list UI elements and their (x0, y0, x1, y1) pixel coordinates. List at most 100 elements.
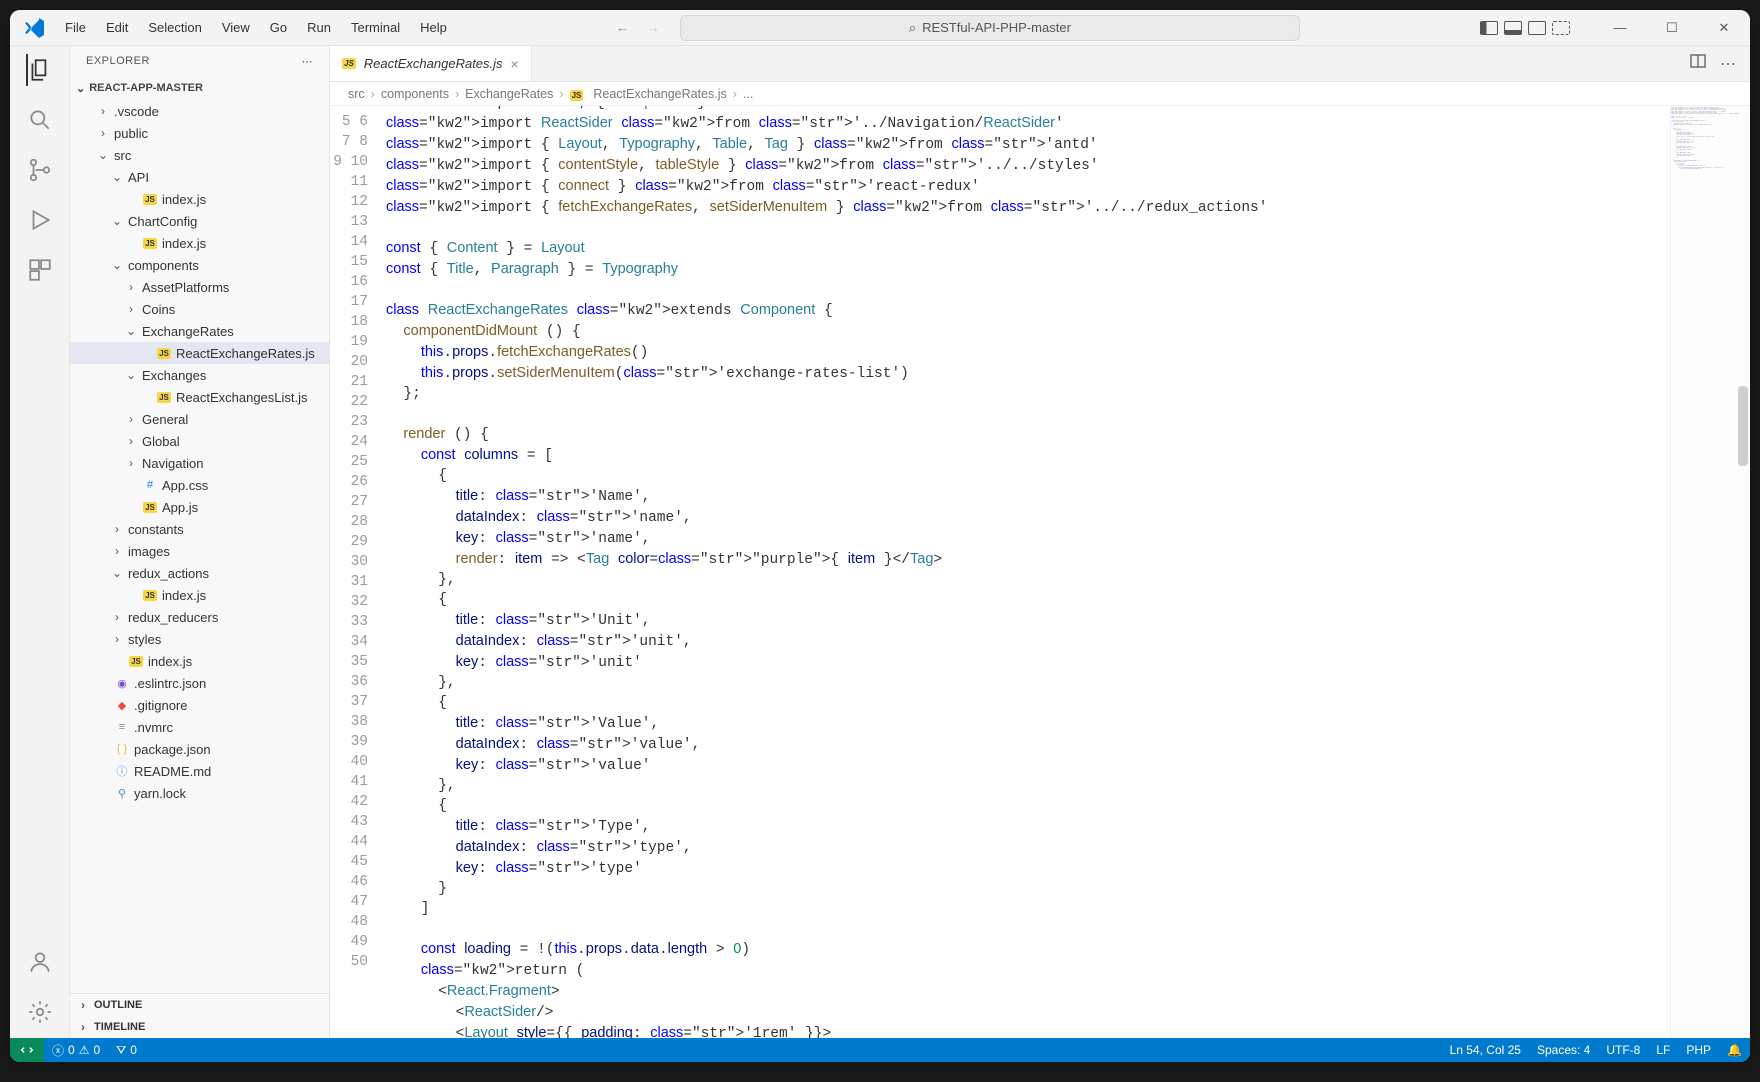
folder-chartconfig[interactable]: ⌄ChartConfig (70, 210, 329, 232)
file-yarn.lock[interactable]: ⚲yarn.lock (70, 782, 329, 804)
vertical-scrollbar[interactable] (1736, 106, 1750, 1038)
folder-coins[interactable]: › Coins (70, 298, 329, 320)
folder-api[interactable]: ⌄API (70, 166, 329, 188)
menu-run[interactable]: Run (298, 16, 340, 39)
toggle-panel-icon[interactable] (1504, 21, 1522, 35)
file-app.css[interactable]: #App.css (70, 474, 329, 496)
menu-bar: FileEditSelectionViewGoRunTerminalHelp (56, 16, 456, 39)
outline-section[interactable]: ›OUTLINE (70, 994, 329, 1016)
js-file-icon: JS (342, 58, 356, 69)
close-button[interactable]: ✕ (1702, 10, 1746, 46)
extensions-icon[interactable] (26, 256, 54, 284)
remote-indicator[interactable] (10, 1038, 44, 1062)
tree-item-label: ChartConfig (128, 214, 197, 229)
tree-item-label: Exchanges (142, 368, 206, 383)
file-icon: # (142, 479, 158, 491)
maximize-button[interactable]: ☐ (1650, 10, 1694, 46)
breadcrumb-item[interactable]: ... (743, 87, 753, 101)
toggle-secondary-sidebar-icon[interactable] (1528, 21, 1546, 35)
folder-images[interactable]: ›images (70, 540, 329, 562)
folder-.vscode[interactable]: ›.vscode (70, 100, 329, 122)
language-mode[interactable]: PHP (1678, 1043, 1719, 1057)
run-debug-icon[interactable] (26, 206, 54, 234)
menu-file[interactable]: File (56, 16, 95, 39)
breadcrumb-item[interactable]: ReactExchangeRates.js (593, 87, 726, 101)
file-index.js[interactable]: JSindex.js (70, 650, 329, 672)
folder-src[interactable]: ⌄src (70, 144, 329, 166)
file-icon: JS (142, 590, 158, 601)
menu-go[interactable]: Go (261, 16, 296, 39)
breadcrumbs[interactable]: src›components›ExchangeRates›JSReactExch… (330, 82, 1750, 106)
file-.nvmrc[interactable]: ≡.nvmrc (70, 716, 329, 738)
source-control-icon[interactable] (26, 156, 54, 184)
folder-components[interactable]: ⌄components (70, 254, 329, 276)
tree-item-label: General (142, 412, 188, 427)
accounts-icon[interactable] (26, 948, 54, 976)
folder-assetplatforms[interactable]: ›AssetPlatforms (70, 276, 329, 298)
file-index.js[interactable]: JSindex.js (70, 232, 329, 254)
cursor-position[interactable]: Ln 54, Col 25 (1442, 1043, 1529, 1057)
notifications-icon[interactable]: 🔔 (1719, 1043, 1750, 1057)
explorer-icon[interactable] (26, 56, 54, 84)
file-reactexchangerates.js[interactable]: JSReactExchangeRates.js (70, 342, 329, 364)
problems-status[interactable]: ⓧ0 ⚠0 (44, 1038, 108, 1062)
folder-redux_actions[interactable]: ⌄redux_actions (70, 562, 329, 584)
folder-general[interactable]: ›General (70, 408, 329, 430)
tree-item-label: Coins (142, 302, 175, 317)
folder-public[interactable]: ›public (70, 122, 329, 144)
tree-item-label: App.js (162, 500, 198, 515)
folder-exchanges[interactable]: ⌄Exchanges (70, 364, 329, 386)
editor-tab-active[interactable]: JS ReactExchangeRates.js × (330, 46, 532, 81)
tree-item-label: index.js (148, 654, 192, 669)
eol-status[interactable]: LF (1648, 1043, 1678, 1057)
file-reactexchangeslist.js[interactable]: JSReactExchangesList.js (70, 386, 329, 408)
project-section[interactable]: ⌄REACT-APP-MASTER (70, 76, 329, 100)
file-app.js[interactable]: JS App.js (70, 496, 329, 518)
file-readme.md[interactable]: ⓘREADME.md (70, 760, 329, 782)
more-actions-icon[interactable]: ⋯ (1720, 54, 1736, 74)
file-index.js[interactable]: JSindex.js (70, 584, 329, 606)
menu-edit[interactable]: Edit (97, 16, 137, 39)
close-tab-icon[interactable]: × (511, 56, 519, 72)
menu-view[interactable]: View (213, 16, 259, 39)
chevron-icon: › (96, 126, 110, 140)
minimize-button[interactable]: — (1598, 10, 1642, 46)
file-icon: JS (142, 502, 158, 513)
file-package.json[interactable]: { }package.json (70, 738, 329, 760)
sidebar-more-icon[interactable]: ⋯ (302, 55, 314, 68)
folder-redux_reducers[interactable]: ›redux_reducers (70, 606, 329, 628)
chevron-icon: ⌄ (110, 258, 124, 272)
file-icon: ◉ (114, 677, 130, 690)
customize-layout-icon[interactable] (1552, 21, 1570, 35)
file-.gitignore[interactable]: ◆.gitignore (70, 694, 329, 716)
ports-status[interactable]: ⛛0 (108, 1038, 145, 1062)
folder-navigation[interactable]: ›Navigation (70, 452, 329, 474)
search-icon[interactable] (26, 106, 54, 134)
sidebar-title: EXPLORER (86, 55, 150, 67)
split-editor-icon[interactable] (1690, 54, 1706, 73)
nav-back-icon[interactable]: ← (616, 20, 629, 35)
toggle-primary-sidebar-icon[interactable] (1480, 21, 1498, 35)
tree-item-label: API (128, 170, 149, 185)
command-center-search[interactable]: ⌕ RESTful-API-PHP-master (680, 15, 1300, 41)
breadcrumb-item[interactable]: ExchangeRates (465, 87, 553, 101)
breadcrumb-item[interactable]: components (381, 87, 449, 101)
file-index.js[interactable]: JSindex.js (70, 188, 329, 210)
breadcrumb-item[interactable]: src (348, 87, 365, 101)
folder-exchangerates[interactable]: ⌄ExchangeRates (70, 320, 329, 342)
menu-help[interactable]: Help (411, 16, 456, 39)
indentation-status[interactable]: Spaces: 4 (1529, 1043, 1598, 1057)
file-.eslintrc.json[interactable]: ◉.eslintrc.json (70, 672, 329, 694)
menu-selection[interactable]: Selection (139, 16, 210, 39)
settings-gear-icon[interactable] (26, 998, 54, 1026)
nav-forward-icon[interactable]: → (647, 20, 660, 35)
chevron-icon: › (124, 302, 138, 316)
folder-styles[interactable]: ›styles (70, 628, 329, 650)
folder-global[interactable]: ›Global (70, 430, 329, 452)
file-tree: ›.vscode›public⌄src⌄APIJSindex.js⌄ChartC… (70, 100, 329, 993)
code-content[interactable]: class="kw2">import React, { Component } … (386, 106, 1670, 1038)
encoding-status[interactable]: UTF-8 (1598, 1043, 1648, 1057)
menu-terminal[interactable]: Terminal (342, 16, 409, 39)
folder-constants[interactable]: ›constants (70, 518, 329, 540)
timeline-section[interactable]: ›TIMELINE (70, 1016, 329, 1038)
